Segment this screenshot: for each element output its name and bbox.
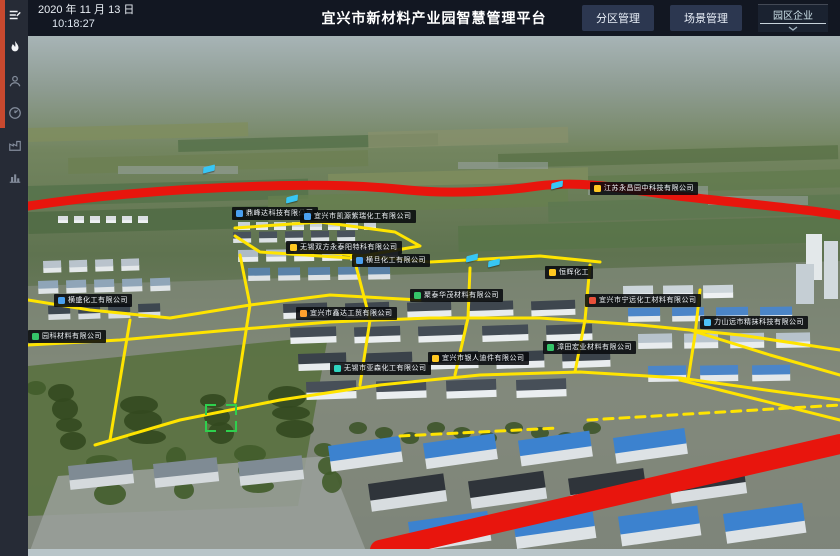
company-marker-icon <box>432 355 439 362</box>
user-icon[interactable] <box>7 73 23 89</box>
company-marker-icon <box>236 210 243 217</box>
chevron-down-icon <box>758 24 828 32</box>
top-actions: 分区管理 场景管理 园区企业 <box>582 0 828 36</box>
company-name: 横盛化工有限公司 <box>68 294 128 307</box>
accent-strip <box>0 0 5 128</box>
company-label[interactable]: 横旦化工有限公司 <box>352 254 430 267</box>
company-marker-icon <box>334 365 341 372</box>
factory-icon[interactable] <box>7 137 23 153</box>
menu-icon[interactable] <box>7 7 23 23</box>
company-name: 江苏永昌园中科技有限公司 <box>604 182 694 195</box>
company-label[interactable]: 聚泰华茂材料有限公司 <box>410 289 503 302</box>
company-label[interactable]: 力山远市精抹科技有限公司 <box>700 316 808 329</box>
company-name: 宜兴市凯源紫瑞化工有限公司 <box>314 210 412 223</box>
company-label[interactable]: 江苏永昌园中科技有限公司 <box>590 182 698 195</box>
company-label[interactable]: 漳田宏业材料有限公司 <box>543 341 636 354</box>
company-marker-icon <box>300 310 307 317</box>
company-marker-icon <box>290 244 297 251</box>
company-marker-icon <box>589 297 596 304</box>
vehicle-marker-icon[interactable] <box>466 253 478 262</box>
company-label[interactable]: 恒辉化工 <box>545 266 593 279</box>
company-label[interactable]: 宜兴市银人迪件有限公司 <box>428 352 529 365</box>
company-marker-icon <box>414 292 421 299</box>
scene-management-button[interactable]: 场景管理 <box>670 5 742 31</box>
company-label[interactable]: 横盛化工有限公司 <box>54 294 132 307</box>
selection-brackets-icon[interactable] <box>205 404 237 432</box>
top-bar: 2020 年 11 月 13 日 10:18:27 宜兴市新材料产业园智慧管理平… <box>28 0 840 36</box>
company-name: 宜兴市宁远化工材料有限公司 <box>599 294 697 307</box>
company-marker-icon <box>704 319 711 326</box>
company-marker-icon <box>58 297 65 304</box>
page-title: 宜兴市新材料产业园智慧管理平台 <box>322 8 547 28</box>
gauge-icon[interactable] <box>7 105 23 121</box>
company-label[interactable]: 无锡市亚森化工有限公司 <box>330 362 431 375</box>
company-marker-icon <box>304 213 311 220</box>
company-marker-icon <box>547 344 554 351</box>
datetime-display: 2020 年 11 月 13 日 10:18:27 <box>38 4 134 32</box>
fire-icon[interactable] <box>7 39 23 55</box>
date-text: 2020 年 11 月 13 日 <box>38 4 134 18</box>
company-label[interactable]: 宜兴市鑫达工贸有限公司 <box>296 307 397 320</box>
company-name: 无锡双方永泰阳特科有限公司 <box>300 241 398 254</box>
company-name: 横旦化工有限公司 <box>366 254 426 267</box>
company-label[interactable]: 宜兴市凯源紫瑞化工有限公司 <box>300 210 416 223</box>
time-text: 10:18:27 <box>52 18 134 32</box>
bar-chart-icon[interactable] <box>7 169 23 185</box>
company-marker-icon <box>356 257 363 264</box>
company-name: 聚泰华茂材料有限公司 <box>424 289 499 302</box>
left-toolbar <box>0 0 28 556</box>
company-name: 力山远市精抹科技有限公司 <box>714 316 804 329</box>
vehicle-marker-icon[interactable] <box>551 180 563 189</box>
dropdown-label: 园区企业 <box>758 5 828 23</box>
smart-park-platform-window: 2020 年 11 月 13 日 10:18:27 宜兴市新材料产业园智慧管理平… <box>0 0 840 556</box>
company-marker-icon <box>32 333 39 340</box>
company-label[interactable]: 园科材料有限公司 <box>28 330 106 343</box>
company-marker-icon <box>594 185 601 192</box>
company-name: 漳田宏业材料有限公司 <box>557 341 632 354</box>
map-overlays: 鼎峰达科技有限公司宜兴市凯源紫瑞化工有限公司无锡双方永泰阳特科有限公司横旦化工有… <box>28 36 840 556</box>
company-marker-icon <box>549 269 556 276</box>
company-name: 无锡市亚森化工有限公司 <box>344 362 427 375</box>
company-label[interactable]: 宜兴市宁远化工材料有限公司 <box>585 294 701 307</box>
zone-management-button[interactable]: 分区管理 <box>582 5 654 31</box>
vehicle-marker-icon[interactable] <box>286 194 298 203</box>
vehicle-marker-icon[interactable] <box>488 258 500 267</box>
company-name: 恒辉化工 <box>559 266 589 279</box>
company-label[interactable]: 无锡双方永泰阳特科有限公司 <box>286 241 402 254</box>
company-name: 宜兴市鑫达工贸有限公司 <box>310 307 393 320</box>
company-name: 园科材料有限公司 <box>42 330 102 343</box>
park-enterprise-dropdown[interactable]: 园区企业 <box>758 4 828 32</box>
map-3d-viewport[interactable]: 鼎峰达科技有限公司宜兴市凯源紫瑞化工有限公司无锡双方永泰阳特科有限公司横旦化工有… <box>28 36 840 556</box>
company-name: 宜兴市银人迪件有限公司 <box>442 352 525 365</box>
vehicle-marker-icon[interactable] <box>203 164 215 173</box>
